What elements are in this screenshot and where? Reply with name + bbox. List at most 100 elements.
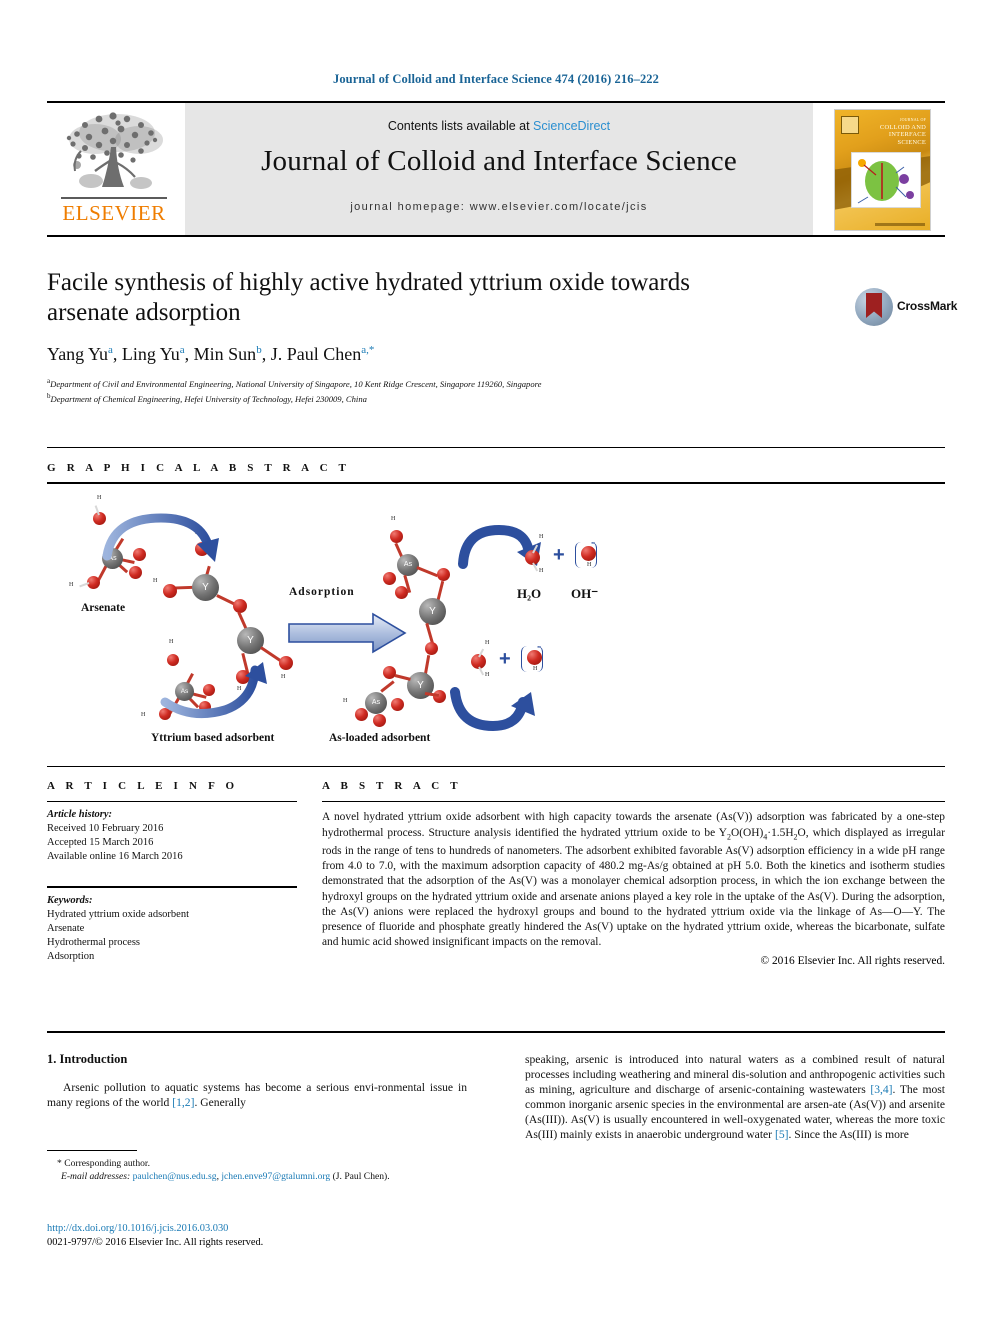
author-affil-mark[interactable]: b bbox=[256, 344, 262, 356]
affiliation-text: Department of Civil and Environmental En… bbox=[50, 378, 542, 389]
abstract-section: A B S T R A C T A novel hydrated yttrium… bbox=[322, 780, 945, 967]
crossmark-ribbon-icon bbox=[866, 293, 882, 318]
author-affil-mark[interactable]: a bbox=[180, 344, 185, 356]
label-water: H₂O bbox=[517, 585, 542, 601]
divider-above-body bbox=[47, 1031, 945, 1033]
section-heading-introduction: 1. Introduction bbox=[47, 1052, 128, 1066]
elsevier-wordmark: ELSEVIER bbox=[62, 201, 166, 225]
article-info-section: A R T I C L E I N F O Article history: R… bbox=[47, 780, 297, 964]
abstract-part-2: O(OH) bbox=[731, 826, 764, 839]
crossmark-icon bbox=[855, 288, 893, 326]
graphical-abstract-heading: G R A P H I C A L A B S T R A C T bbox=[47, 462, 351, 474]
footnote-block: * Corresponding author. E-mail addresses… bbox=[47, 1150, 467, 1183]
atom-h-label: H bbox=[391, 515, 396, 522]
cover-art: JOURNAL OF COLLOID AND INTERFACE SCIENCE bbox=[834, 109, 931, 231]
cover-figure bbox=[851, 152, 921, 208]
atom-h-label: H bbox=[97, 494, 102, 501]
abstract-part-3: ·1.5H bbox=[767, 826, 794, 839]
elsevier-baseline bbox=[61, 197, 167, 199]
article-title: Facile synthesis of highly active hydrat… bbox=[47, 269, 690, 326]
affiliation-text: Department of Chemical Engineering, Hefe… bbox=[50, 394, 367, 405]
keyword-item[interactable]: Adsorption bbox=[47, 950, 297, 964]
email-link-2[interactable]: jchen.enve97@gtalumni.org bbox=[221, 1171, 330, 1182]
label-hydroxide: OH⁻ bbox=[571, 585, 599, 601]
doi-block: http://dx.doi.org/10.1016/j.jcis.2016.03… bbox=[47, 1222, 467, 1250]
atom-y: Y bbox=[237, 626, 264, 654]
cover-footer-bar bbox=[875, 223, 925, 226]
citation-ref[interactable]: [3,4] bbox=[870, 1083, 892, 1096]
email-link-1[interactable]: paulchen@nus.edu.sg bbox=[133, 1171, 217, 1182]
sciencedirect-link[interactable]: ScienceDirect bbox=[533, 119, 610, 133]
graphical-abstract-figure: As H H Arsenate As H H H H Y Y H H Yttri… bbox=[47, 494, 945, 762]
label-arsenate: Arsenate bbox=[81, 601, 126, 614]
doi-link[interactable]: http://dx.doi.org/10.1016/j.jcis.2016.03… bbox=[47, 1222, 467, 1236]
issn-copyright: 0021-9797/© 2016 Elsevier Inc. All right… bbox=[47, 1237, 264, 1248]
email-attribution: (J. Paul Chen). bbox=[330, 1171, 390, 1183]
plus-sign: + bbox=[553, 543, 565, 566]
curved-arrow-icon bbox=[160, 661, 267, 718]
intro-text-b: . Generally bbox=[194, 1096, 246, 1109]
atom-as: As bbox=[397, 553, 419, 576]
abstract-text: A novel hydrated yttrium oxide adsorbent… bbox=[322, 810, 945, 950]
abstract-heading: A B S T R A C T bbox=[322, 780, 462, 792]
atom-h-label: H bbox=[69, 581, 74, 588]
running-head: Journal of Colloid and Interface Science… bbox=[332, 72, 660, 86]
author-list: Yang Yua, Ling Yua, Min Sunb, J. Paul Ch… bbox=[47, 344, 375, 364]
corresponding-author-note: * Corresponding author. bbox=[57, 1158, 150, 1170]
atom-h-label: H bbox=[169, 638, 174, 645]
curved-arrow-icon bbox=[450, 686, 535, 731]
contents-prefix: Contents lists available at bbox=[387, 119, 534, 133]
keyword-item[interactable]: Hydrated yttrium oxide adsorbent bbox=[47, 908, 297, 922]
label-as-loaded: As-loaded adsorbent bbox=[329, 731, 431, 744]
footnote-rule bbox=[47, 1150, 137, 1152]
author-affil-mark[interactable]: a bbox=[108, 344, 113, 356]
elsevier-tree-icon bbox=[66, 112, 163, 189]
minus-sign: - bbox=[591, 533, 596, 549]
plus-sign: + bbox=[499, 647, 511, 670]
affiliation-item: bDepartment of Chemical Engineering, Hef… bbox=[47, 390, 945, 405]
title-block: Facile synthesis of highly active hydrat… bbox=[47, 268, 945, 406]
body-column-right: speaking, arsenic is introduced into nat… bbox=[525, 1052, 945, 1142]
journal-title: Journal of Colloid and Interface Science bbox=[261, 145, 737, 177]
cover-journal-title: JOURNAL OF COLLOID AND INTERFACE SCIENCE bbox=[870, 116, 926, 146]
keywords-list: Keywords: Hydrated yttrium oxide adsorbe… bbox=[47, 894, 297, 964]
author-name: Min Sun bbox=[193, 344, 257, 364]
journal-masthead: Contents lists available at ScienceDirec… bbox=[47, 101, 945, 237]
curved-arrow-icon bbox=[102, 513, 219, 562]
atom-h-label: H bbox=[539, 533, 544, 540]
crossmark-badge[interactable]: CrossMark bbox=[855, 288, 957, 332]
intro-right-c: . Since the As(III) is more bbox=[788, 1128, 909, 1141]
masthead-center: Contents lists available at ScienceDirec… bbox=[184, 103, 814, 235]
atom-y: Y bbox=[419, 597, 446, 625]
author-name: Ling Yu bbox=[121, 344, 180, 364]
keywords-label: Keywords: bbox=[47, 894, 93, 906]
block-arrow-icon bbox=[288, 612, 407, 653]
atom-h-label: H bbox=[281, 673, 286, 680]
cover-title-line4: SCIENCE bbox=[897, 138, 926, 146]
citation-ref[interactable]: [5] bbox=[775, 1128, 789, 1141]
history-item: Available online 16 March 2016 bbox=[47, 851, 183, 863]
article-history-label: Article history: bbox=[47, 809, 113, 821]
history-item: Received 10 February 2016 bbox=[47, 823, 164, 835]
journal-homepage[interactable]: journal homepage: www.elsevier.com/locat… bbox=[185, 201, 813, 213]
affiliation-item: aDepartment of Civil and Environmental E… bbox=[47, 375, 945, 390]
author-affil-mark[interactable]: a,* bbox=[361, 344, 374, 356]
abstract-rule bbox=[322, 801, 945, 803]
citation-ref[interactable]: [1,2] bbox=[172, 1096, 194, 1109]
author-name: J. Paul Chen bbox=[270, 344, 362, 364]
atom-h-label: H bbox=[539, 567, 544, 574]
keyword-item[interactable]: Hydrothermal process bbox=[47, 936, 297, 950]
article-info-heading: A R T I C L E I N F O bbox=[47, 780, 239, 792]
elsevier-logo: ELSEVIER bbox=[49, 105, 179, 233]
cover-figure-graphic bbox=[857, 159, 914, 204]
label-yttrium-adsorbent: Yttrium based adsorbent bbox=[151, 731, 275, 744]
masthead-rule-bottom bbox=[47, 235, 945, 237]
abstract-copyright: © 2016 Elsevier Inc. All rights reserved… bbox=[760, 954, 945, 967]
affiliations: aDepartment of Civil and Environmental E… bbox=[47, 375, 945, 406]
article-history: Article history: Received 10 February 20… bbox=[47, 808, 297, 864]
keyword-item[interactable]: Arsenate bbox=[47, 922, 297, 936]
paper-page: Journal of Colloid and Interface Science… bbox=[0, 0, 992, 1323]
graphical-abstract-rule bbox=[47, 482, 945, 484]
crossmark-label: CrossMark bbox=[897, 299, 958, 313]
divider-above-graphical-abstract bbox=[47, 447, 945, 449]
